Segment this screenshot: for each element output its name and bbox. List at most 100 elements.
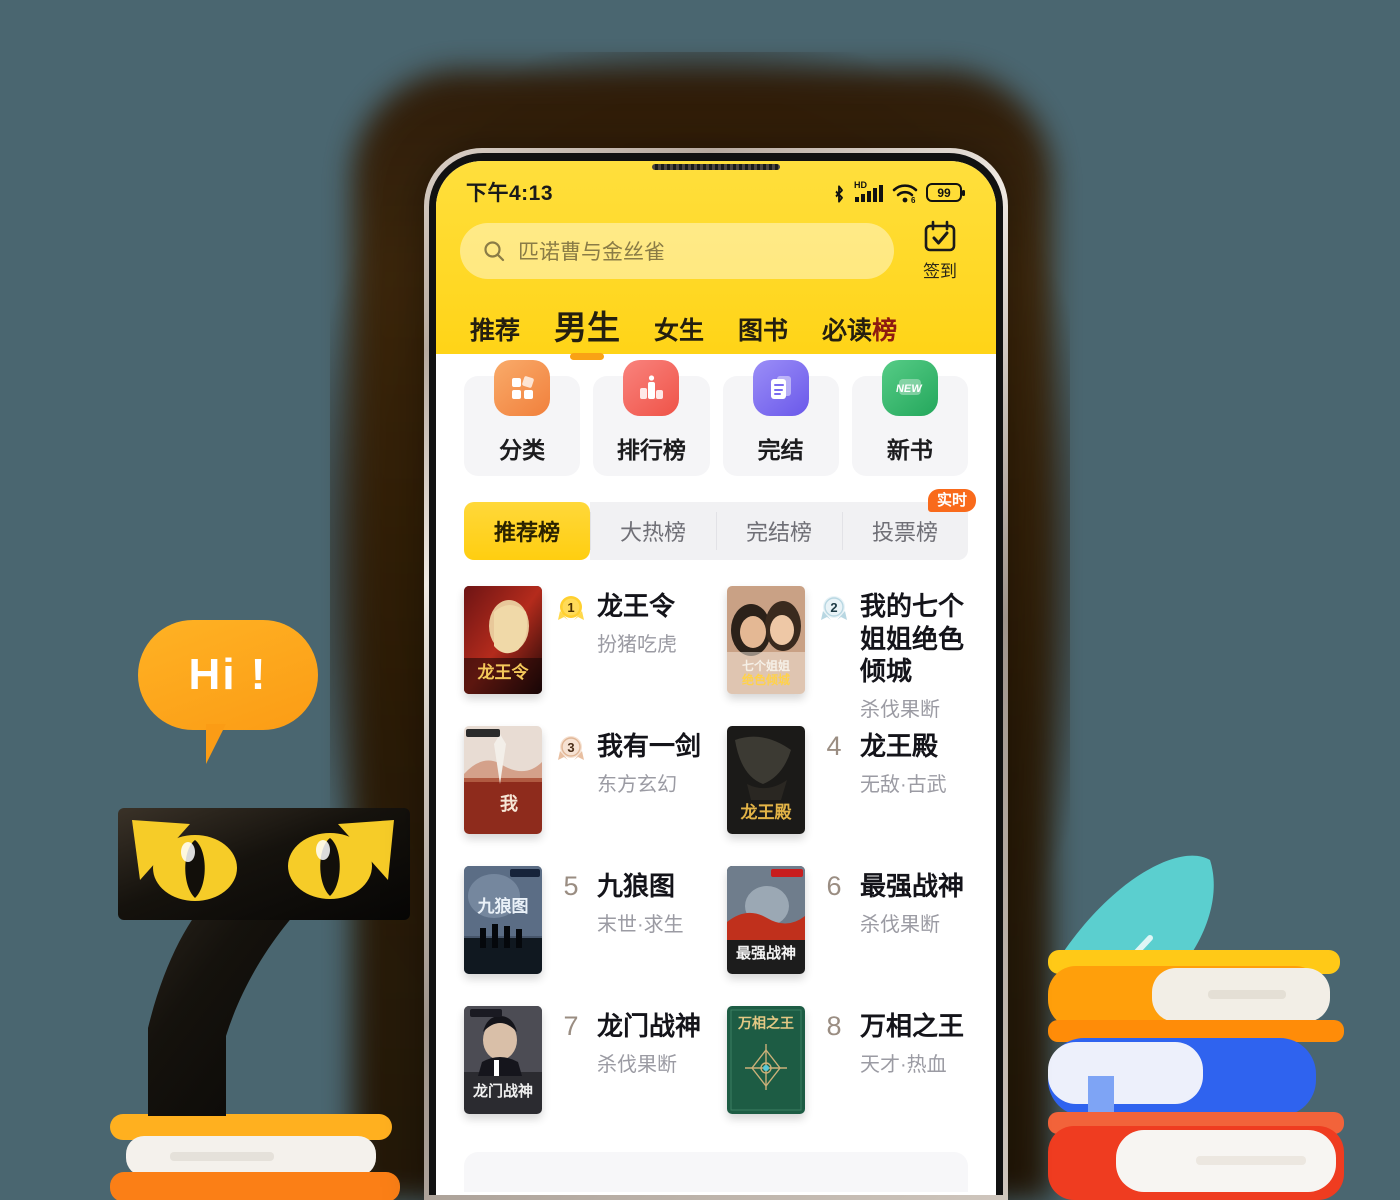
rank-list: 龙王令 1 龙王令 扮猪吃虎 七个姐姐 绝色倾城 2 我的七个姐姐绝色倾城 杀伐…: [436, 560, 996, 1138]
signin-label: 签到: [923, 262, 957, 281]
search-input[interactable]: 匹诺曹与金丝雀: [460, 222, 894, 279]
book-cover[interactable]: 我: [464, 726, 542, 834]
book-subtitle: 扮猪吃虎: [597, 633, 677, 656]
rank-tab-finished[interactable]: 完结榜: [716, 502, 842, 560]
rank-texts: 龙王殿 无敌·古武: [860, 730, 947, 797]
book-title: 龙门战神: [597, 1011, 702, 1041]
rank-meta: 1 龙王令 扮猪吃虎: [556, 586, 705, 657]
book-cover[interactable]: 万相之王: [727, 1006, 805, 1114]
rank-tab-hot[interactable]: 大热榜: [590, 502, 716, 560]
book-subtitle: 末世·求生: [597, 913, 684, 936]
medal-bronze-icon: 3: [556, 733, 586, 763]
svg-text:6: 6: [911, 196, 916, 204]
phone-bezel: 下午4:13 HD 6 99 匹诺曹与金丝雀 签到 推荐 男生 女生 图书 必读…: [429, 153, 1003, 1195]
rank-number: 7: [563, 1011, 579, 1041]
book-stack-right: [1040, 820, 1400, 1200]
speech-bubble-text: Hi !: [188, 650, 268, 699]
category-tab-mustread-accent: 榜: [872, 317, 898, 345]
svg-text:龙王令: 龙王令: [477, 662, 530, 683]
bar-chart-icon: [623, 360, 680, 416]
book-cover[interactable]: 最强战神: [727, 866, 805, 974]
rank-texts: 龙门战神 杀伐果断: [597, 1010, 701, 1077]
quick-action-finished[interactable]: 完结: [722, 360, 839, 476]
quick-actions: 分类 排行榜 完结 NEW 新书: [436, 354, 996, 476]
rank-meta: 4 龙王殿 无敌·古武: [819, 726, 968, 797]
speech-bubble-tail: [206, 724, 238, 764]
svg-text:七个姐姐: 七个姐姐: [742, 658, 790, 673]
rank-list-item[interactable]: 最强战神 6 最强战神 杀伐果断: [727, 858, 968, 998]
medal-silver-icon: 2: [819, 593, 849, 623]
rank-list-item[interactable]: 七个姐姐 绝色倾城 2 我的七个姐姐绝色倾城 杀伐果断: [727, 578, 968, 721]
rank-list-item[interactable]: 龙王令 1 龙王令 扮猪吃虎: [464, 578, 705, 718]
rank-tab-recommend[interactable]: 推荐榜: [464, 502, 590, 560]
earpiece-speaker: [652, 164, 780, 170]
book-subtitle: 杀伐果断: [860, 913, 940, 936]
book-title: 龙王殿: [860, 731, 939, 761]
book-cover[interactable]: 七个姐姐 绝色倾城: [727, 586, 805, 694]
rank-list-item[interactable]: 万相之王 8 万相之王 天才·热血: [727, 998, 968, 1138]
category-tab-mustread-label: 必读: [822, 317, 873, 345]
svg-text:HD: HD: [854, 180, 867, 190]
svg-text:万相之王: 万相之王: [737, 1015, 794, 1032]
rank-list-item[interactable]: 龙门战神 7 龙门战神 杀伐果断: [464, 998, 705, 1138]
book-subtitle: 无敌·古武: [860, 773, 947, 796]
rank-texts: 我有一剑 东方玄幻: [597, 730, 701, 797]
svg-text:我: 我: [500, 794, 518, 815]
book-cover[interactable]: 龙王殿: [727, 726, 805, 834]
bluetooth-icon: [835, 185, 843, 203]
rank-meta: 8 万相之王 天才·热血: [819, 1006, 968, 1077]
search-row: 匹诺曹与金丝雀 签到: [436, 215, 996, 282]
rank-number: 5: [563, 871, 579, 901]
svg-text:2: 2: [830, 600, 837, 615]
search-placeholder: 匹诺曹与金丝雀: [518, 240, 665, 264]
rank-number: 8: [826, 1011, 842, 1041]
next-section-card: [464, 1152, 968, 1192]
rank-number: 6: [826, 871, 842, 901]
book-cover[interactable]: 龙王令: [464, 586, 542, 694]
book-cover[interactable]: 龙门战神: [464, 1006, 542, 1114]
quick-action-category[interactable]: 分类: [464, 360, 581, 476]
new-badge-icon: NEW: [881, 360, 938, 416]
document-icon: [752, 360, 809, 416]
quick-action-new[interactable]: NEW 新书: [851, 360, 968, 476]
category-tab-male[interactable]: 男生: [537, 311, 637, 348]
category-tab-mustread[interactable]: 必读榜: [805, 319, 914, 348]
phone-screen: 下午4:13 HD 6 99 匹诺曹与金丝雀 签到 推荐 男生 女生 图书 必读…: [436, 161, 996, 1195]
hd-signal-icon: HD: [854, 180, 883, 202]
quick-action-category-label: 分类: [499, 437, 546, 463]
svg-text:绝色倾城: 绝色倾城: [742, 672, 790, 687]
book-title: 我的七个姐姐绝色倾城: [860, 591, 965, 686]
rank-meta: 7 龙门战神 杀伐果断: [556, 1006, 705, 1077]
rank-list-item[interactable]: 我 3 我有一剑 东方玄幻: [464, 718, 705, 858]
search-icon: [484, 240, 505, 261]
rank-meta: 5 九狼图 末世·求生: [556, 866, 705, 937]
phone-device: 下午4:13 HD 6 99 匹诺曹与金丝雀 签到 推荐 男生 女生 图书 必读…: [424, 148, 1008, 1200]
rank-meta: 3 我有一剑 东方玄幻: [556, 726, 705, 797]
speech-bubble: Hi !: [138, 620, 318, 764]
quick-action-ranking[interactable]: 排行榜: [593, 360, 710, 476]
app-body: 分类 排行榜 完结 NEW 新书 推荐榜 大热榜 完结榜 投票榜 实时 龙王令 …: [436, 354, 996, 1192]
quick-action-new-label: 新书: [886, 437, 933, 463]
signin-button[interactable]: 签到: [908, 219, 972, 282]
category-tab-books[interactable]: 图书: [721, 319, 805, 348]
rank-texts: 最强战神 杀伐果断: [860, 870, 964, 937]
rank-texts: 龙王令 扮猪吃虎: [597, 590, 677, 657]
rank-list-item[interactable]: 龙王殿 4 龙王殿 无敌·古武: [727, 718, 968, 858]
battery-level: 99: [937, 186, 951, 200]
book-cover[interactable]: 九狼图: [464, 866, 542, 974]
rank-meta: 2 我的七个姐姐绝色倾城 杀伐果断: [819, 586, 968, 722]
category-tab-recommend[interactable]: 推荐: [464, 319, 537, 348]
svg-text:龙门战神: 龙门战神: [472, 1082, 533, 1100]
rank-list-item[interactable]: 九狼图 5 九狼图 末世·求生: [464, 858, 705, 998]
status-icons: HD 6 99: [831, 180, 966, 204]
svg-text:龙王殿: 龙王殿: [740, 802, 793, 823]
book-subtitle: 天才·热血: [860, 1053, 947, 1076]
book-subtitle: 杀伐果断: [597, 1053, 677, 1076]
quick-action-finished-label: 完结: [757, 437, 804, 463]
grid-icon: [494, 360, 551, 416]
rank-tab-vote[interactable]: 投票榜 实时: [842, 489, 976, 560]
book-title: 九狼图: [597, 871, 676, 901]
wifi-icon: 6: [892, 184, 918, 204]
category-tab-female[interactable]: 女生: [637, 319, 721, 348]
rank-texts: 九狼图 末世·求生: [597, 870, 684, 937]
